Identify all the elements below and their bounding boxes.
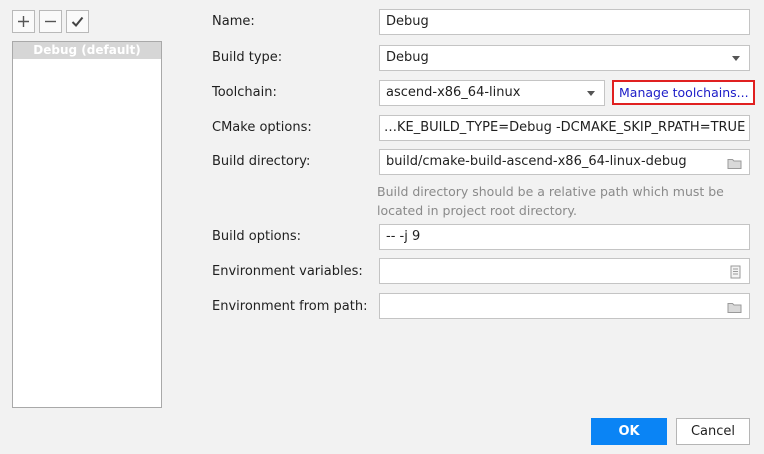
plus-icon <box>18 16 29 27</box>
name-label: Name: <box>212 14 255 29</box>
folder-icon[interactable] <box>727 155 742 174</box>
toolchain-value: ascend-x86_64-linux <box>386 85 521 100</box>
toolchain-select[interactable]: ascend-x86_64-linux <box>379 80 605 106</box>
environment-from-path-field[interactable] <box>379 293 750 319</box>
add-profile-button[interactable] <box>12 10 35 33</box>
build-type-value: Debug <box>386 50 429 65</box>
profile-list: Debug (default) <box>12 41 162 408</box>
cancel-button[interactable]: Cancel <box>676 418 750 445</box>
environment-variables-label: Environment variables: <box>212 264 363 279</box>
build-directory-label: Build directory: <box>212 154 311 169</box>
build-options-label: Build options: <box>212 229 302 244</box>
checkmark-icon <box>71 16 84 27</box>
environment-variables-field[interactable] <box>379 258 750 284</box>
build-directory-hint: Build directory should be a relative pat… <box>377 184 724 218</box>
build-options-field[interactable]: -- -j 9 <box>379 224 750 250</box>
build-type-select[interactable]: Debug <box>379 45 750 71</box>
apply-profile-button[interactable] <box>66 10 89 33</box>
folder-icon[interactable] <box>727 299 742 318</box>
build-type-label: Build type: <box>212 50 283 65</box>
profile-toolbar <box>12 10 89 33</box>
environment-from-path-label: Environment from path: <box>212 299 368 314</box>
chevron-down-icon <box>732 56 740 61</box>
manage-toolchains-link[interactable]: Manage toolchains... <box>612 80 755 105</box>
name-field[interactable]: Debug <box>379 9 750 35</box>
build-directory-field[interactable]: build/cmake-build-ascend-x86_64-linux-de… <box>379 149 750 175</box>
cmake-options-field[interactable]: …KE_BUILD_TYPE=Debug -DCMAKE_SKIP_RPATH=… <box>379 115 750 141</box>
cmake-options-label: CMake options: <box>212 120 312 135</box>
toolchain-label: Toolchain: <box>212 85 277 100</box>
ok-button[interactable]: OK <box>591 418 667 445</box>
minus-icon <box>45 20 56 23</box>
document-icon[interactable] <box>729 264 742 283</box>
chevron-down-icon <box>587 91 595 96</box>
profile-item[interactable]: Debug (default) <box>13 42 161 59</box>
build-directory-value: build/cmake-build-ascend-x86_64-linux-de… <box>386 154 687 169</box>
remove-profile-button[interactable] <box>39 10 62 33</box>
